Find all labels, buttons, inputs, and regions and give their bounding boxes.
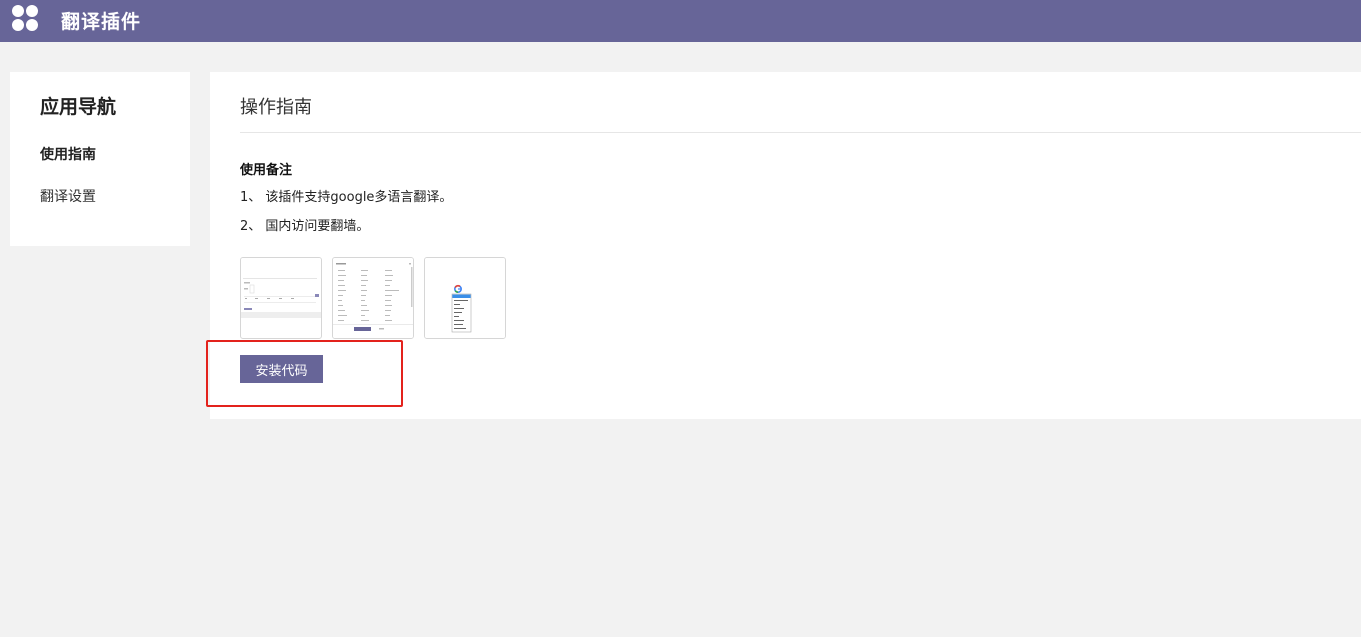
page-title: 操作指南 <box>240 97 312 118</box>
screenshot-thumbnail[interactable] <box>240 257 322 339</box>
section-title: 使用备注 <box>240 163 293 178</box>
title-divider <box>240 132 1361 133</box>
top-navbar: 翻译插件 <box>0 0 1361 42</box>
install-code-button[interactable]: 安装代码 <box>240 355 323 383</box>
sidebar-item-usage-guide[interactable]: 使用指南 <box>40 144 96 164</box>
sidebar-title: 应用导航 <box>40 96 117 118</box>
clover-logo-icon <box>12 5 38 31</box>
sidebar: 应用导航 使用指南 翻译设置 <box>10 72 190 246</box>
app-title: 翻译插件 <box>61 11 142 33</box>
main-panel: 操作指南 使用备注 1、 该插件支持google多语言翻译。 2、 国内访问要翻… <box>206 72 1361 419</box>
note-item: 1、 该插件支持google多语言翻译。 <box>240 190 453 205</box>
note-item: 2、 国内访问要翻墙。 <box>240 219 370 234</box>
sidebar-item-translation-settings[interactable]: 翻译设置 <box>40 186 96 206</box>
screenshot-thumbnail[interactable] <box>332 257 414 339</box>
screenshot-thumbnail[interactable] <box>424 257 506 339</box>
